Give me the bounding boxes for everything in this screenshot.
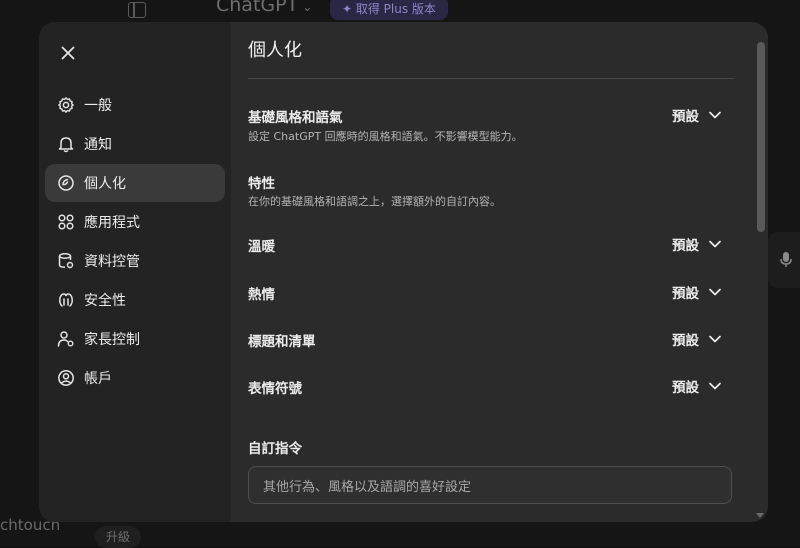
dropdown-value: 預設 (672, 105, 699, 125)
dropdown-value: 預設 (672, 282, 699, 302)
personalization-icon (56, 173, 76, 193)
page-title: 個人化 (248, 36, 302, 62)
settings-modal: 一般 通知 個人化 應用程式 資料控管 (39, 22, 768, 522)
custom-instructions-title: 自訂指令 (248, 437, 302, 457)
sidebar-item-label: 應用程式 (84, 212, 140, 232)
microphone-icon (780, 252, 792, 268)
dropdown-value: 預設 (672, 234, 699, 254)
account-icon (56, 368, 76, 388)
traits-description: 在你的基礎風格和語調之上，選擇額外的自訂內容。 (248, 193, 501, 209)
close-button[interactable] (56, 41, 80, 65)
divider (248, 78, 734, 79)
sidebar-item-label: 一般 (84, 95, 112, 115)
sidebar-item-apps[interactable]: 應用程式 (45, 203, 225, 241)
enthusiasm-dropdown[interactable]: 預設 (672, 281, 721, 303)
database-icon (56, 251, 76, 271)
apps-grid-icon (56, 212, 76, 232)
base-style-title: 基礎風格和語氣 (248, 106, 343, 126)
setting-warmth-label: 溫暖 (248, 235, 275, 255)
traits-title: 特性 (248, 172, 275, 192)
sidebar-item-general[interactable]: 一般 (45, 86, 225, 124)
bell-icon (56, 134, 76, 154)
chevron-down-icon (709, 240, 721, 248)
settings-sidebar: 一般 通知 個人化 應用程式 資料控管 (39, 22, 231, 522)
sidebar-item-label: 家長控制 (84, 329, 140, 349)
sidebar-item-label: 個人化 (84, 173, 126, 193)
sidebar-item-account[interactable]: 帳戶 (45, 359, 225, 397)
sidebar-item-notifications[interactable]: 通知 (45, 125, 225, 163)
personalization-panel: 個人化 基礎風格和語氣 設定 ChatGPT 回應時的風格和語氣。不影響模型能力… (231, 22, 768, 522)
chevron-down-icon (709, 111, 721, 119)
base-style-description: 設定 ChatGPT 回應時的風格和語氣。不影響模型能力。 (248, 128, 523, 144)
setting-emoji-label: 表情符號 (248, 377, 302, 397)
sidebar-item-label: 資料控管 (84, 251, 140, 271)
headers-lists-dropdown[interactable]: 預設 (672, 328, 721, 350)
get-plus-button[interactable]: ✦ 取得 Plus 版本 (330, 0, 448, 20)
sidebar-item-data-controls[interactable]: 資料控管 (45, 242, 225, 280)
sidebar-item-label: 安全性 (84, 290, 126, 310)
sidebar-item-security[interactable]: 安全性 (45, 281, 225, 319)
chevron-down-icon (709, 382, 721, 390)
dropdown-value: 預設 (672, 329, 699, 349)
voice-button[interactable] (768, 232, 800, 288)
setting-headers-lists-label: 標題和清單 (248, 330, 316, 350)
chevron-down-icon (709, 335, 721, 343)
base-style-dropdown[interactable]: 預設 (672, 104, 721, 126)
chevron-down-icon (709, 288, 721, 296)
custom-instructions-placeholder: 其他行為、風格以及語調的喜好設定 (263, 476, 471, 495)
sidebar-item-label: 通知 (84, 134, 112, 154)
close-icon (61, 46, 75, 60)
sidebar-item-label: 帳戶 (84, 368, 112, 388)
gear-icon (56, 95, 76, 115)
sidebar-toggle-icon[interactable] (128, 2, 146, 18)
upgrade-button[interactable]: 升級 (95, 526, 141, 548)
warmth-dropdown[interactable]: 預設 (672, 233, 721, 255)
custom-instructions-input[interactable]: 其他行為、風格以及語調的喜好設定 (248, 466, 732, 504)
scroll-down-arrow-icon[interactable] (756, 513, 764, 518)
emoji-dropdown[interactable]: 預設 (672, 375, 721, 397)
sidebar-item-parental-controls[interactable]: 家長控制 (45, 320, 225, 358)
setting-enthusiasm-label: 熱情 (248, 283, 275, 303)
sidebar-item-personalization[interactable]: 個人化 (45, 164, 225, 202)
scrollbar-thumb[interactable] (757, 42, 765, 232)
dropdown-value: 預設 (672, 376, 699, 396)
model-selector[interactable]: ChatGPT⌄ (216, 0, 312, 16)
shield-icon (56, 290, 76, 310)
background-topbar: ChatGPT⌄ ✦ 取得 Plus 版本 (0, 0, 800, 22)
parental-control-icon (56, 329, 76, 349)
